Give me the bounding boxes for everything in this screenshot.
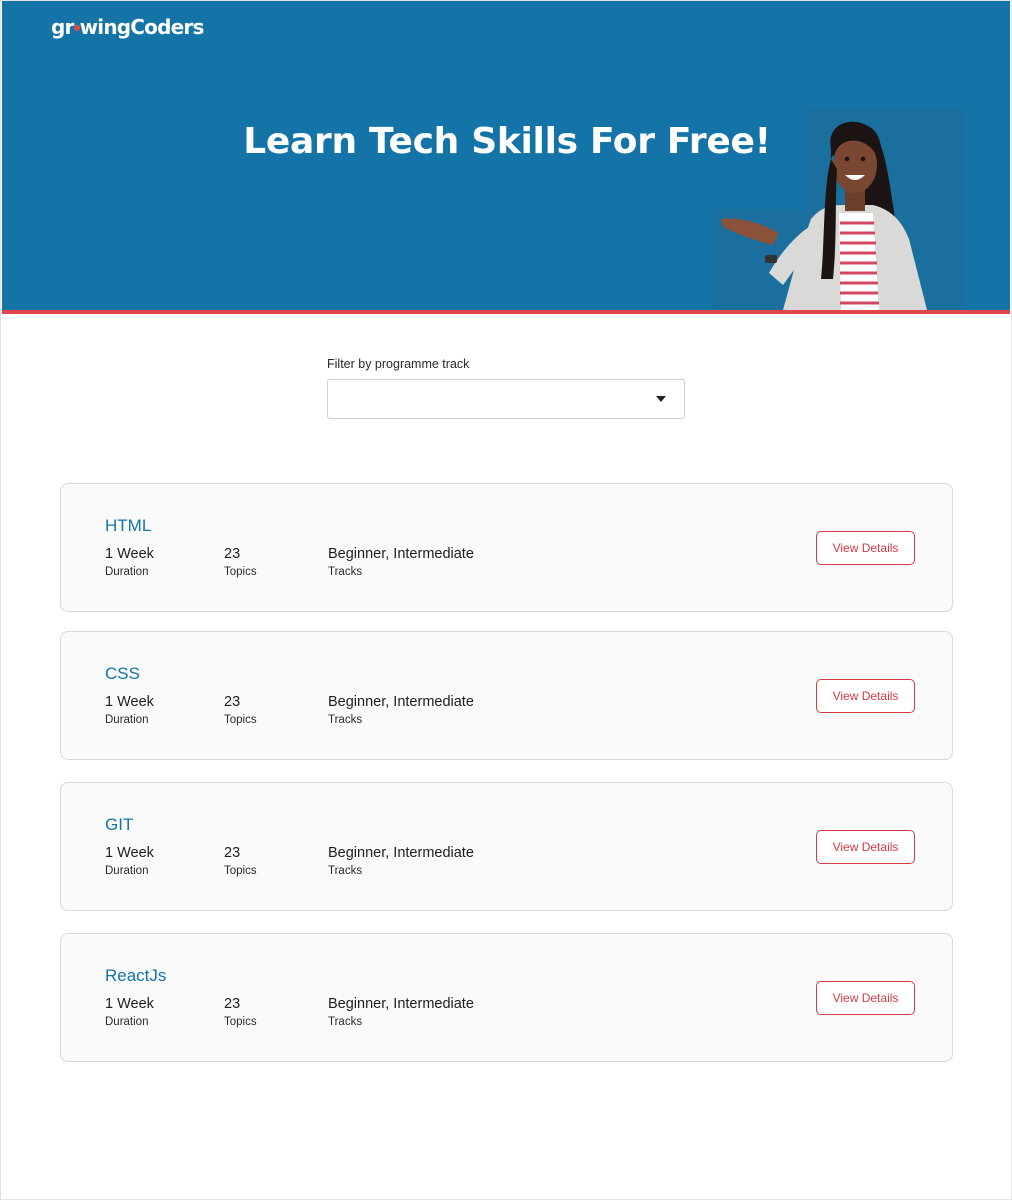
tracks-label: Tracks xyxy=(328,714,363,726)
course-card: ReactJs 1 Week Duration 23 Topics Beginn… xyxy=(60,933,953,1062)
view-details-button[interactable]: View Details xyxy=(816,981,915,1015)
course-topics: 23 Topics xyxy=(224,546,257,578)
course-topics: 23 Topics xyxy=(224,694,257,726)
course-title[interactable]: ReactJs xyxy=(105,966,166,986)
tracks-label: Tracks xyxy=(328,1016,363,1028)
course-duration: 1 Week Duration xyxy=(105,694,154,726)
course-duration: 1 Week Duration xyxy=(105,546,154,578)
topics-label: Topics xyxy=(224,714,257,726)
filter-label: Filter by programme track xyxy=(327,357,470,371)
course-duration: 1 Week Duration xyxy=(105,845,154,877)
caret-down-icon xyxy=(656,396,666,402)
duration-value: 1 Week xyxy=(105,546,154,562)
duration-value: 1 Week xyxy=(105,996,154,1012)
course-tracks: Beginner, Intermediate Tracks xyxy=(328,996,474,1028)
course-tracks: Beginner, Intermediate Tracks xyxy=(328,845,474,877)
tracks-label: Tracks xyxy=(328,865,363,877)
topics-label: Topics xyxy=(224,566,257,578)
hero-accent-bar xyxy=(2,310,1010,314)
student-illustration xyxy=(721,121,927,310)
tracks-value: Beginner, Intermediate xyxy=(328,546,474,562)
course-card: GIT 1 Week Duration 23 Topics Beginner, … xyxy=(60,782,953,911)
course-card: CSS 1 Week Duration 23 Topics Beginner, … xyxy=(60,631,953,760)
tracks-value: Beginner, Intermediate xyxy=(328,694,474,710)
course-title[interactable]: CSS xyxy=(105,664,140,684)
tracks-value: Beginner, Intermediate xyxy=(328,996,474,1012)
course-tracks: Beginner, Intermediate Tracks xyxy=(328,694,474,726)
logo-text-start: gr xyxy=(51,15,74,39)
topics-value: 23 xyxy=(224,996,241,1012)
site-logo[interactable]: gr wingCoders xyxy=(51,15,204,39)
duration-value: 1 Week xyxy=(105,694,154,710)
duration-label: Duration xyxy=(105,1016,149,1028)
course-tracks: Beginner, Intermediate Tracks xyxy=(328,546,474,578)
page: gr wingCoders Learn Tech Skills For Free! xyxy=(0,0,1012,1200)
duration-label: Duration xyxy=(105,714,149,726)
view-details-button[interactable]: View Details xyxy=(816,830,915,864)
duration-value: 1 Week xyxy=(105,845,154,861)
programme-track-select[interactable] xyxy=(327,379,685,419)
course-topics: 23 Topics xyxy=(224,996,257,1028)
topics-value: 23 xyxy=(224,546,241,562)
topics-label: Topics xyxy=(224,865,257,877)
course-card: HTML 1 Week Duration 23 Topics Beginner,… xyxy=(60,483,953,612)
duration-label: Duration xyxy=(105,566,149,578)
topics-value: 23 xyxy=(224,694,241,710)
view-details-button[interactable]: View Details xyxy=(816,531,915,565)
course-duration: 1 Week Duration xyxy=(105,996,154,1028)
course-title[interactable]: GIT xyxy=(105,815,133,835)
tracks-value: Beginner, Intermediate xyxy=(328,845,474,861)
view-details-button[interactable]: View Details xyxy=(816,679,915,713)
topics-label: Topics xyxy=(224,1016,257,1028)
course-topics: 23 Topics xyxy=(224,845,257,877)
tracks-label: Tracks xyxy=(328,566,363,578)
logo-text-end: wingCoders xyxy=(79,15,205,39)
duration-label: Duration xyxy=(105,865,149,877)
course-title[interactable]: HTML xyxy=(105,516,151,536)
topics-value: 23 xyxy=(224,845,241,861)
